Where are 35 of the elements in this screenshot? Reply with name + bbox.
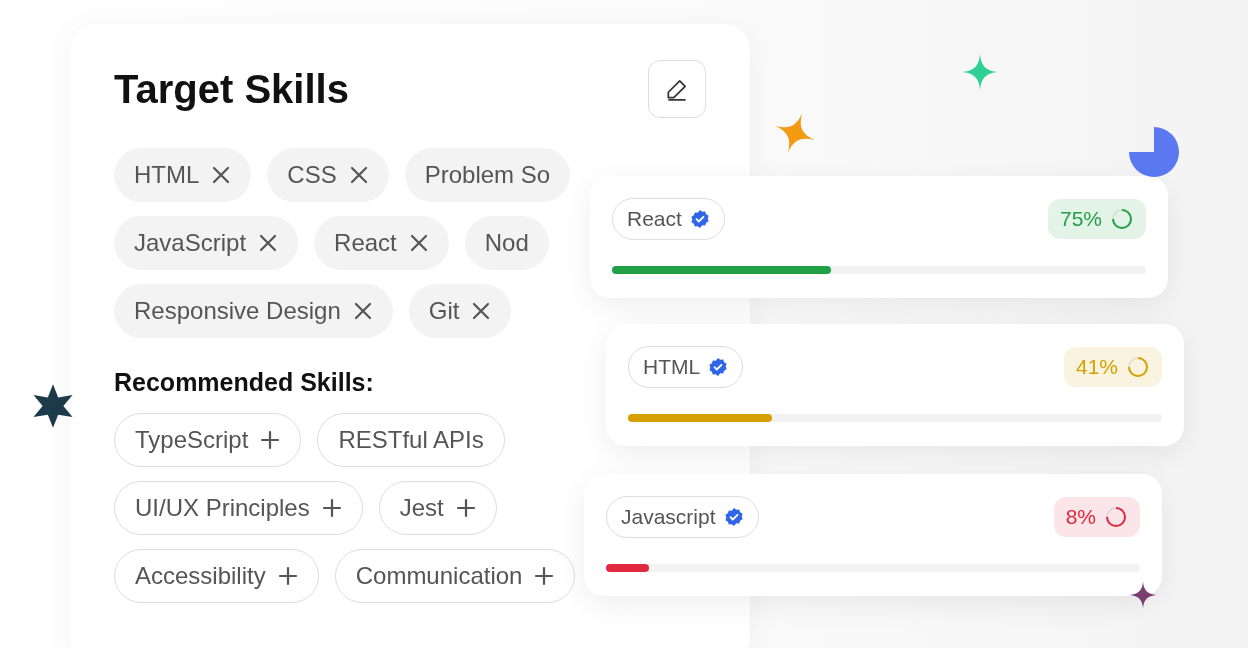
plus-icon[interactable] [534, 566, 555, 586]
skill-tag[interactable]: CSS [267, 148, 389, 202]
progress-ring-icon [1126, 355, 1150, 379]
section-heading: Recommended Skills: [114, 368, 375, 397]
edit-button[interactable] [648, 60, 706, 118]
skill-tag[interactable]: Communication [334, 549, 576, 603]
plus-icon[interactable] [260, 430, 281, 450]
plus-icon[interactable] [277, 566, 298, 586]
close-icon[interactable] [471, 301, 492, 321]
skill-tag[interactable]: Accessibility [114, 549, 319, 603]
skill-tag[interactable]: TypeScript [114, 413, 302, 467]
skill-tag[interactable]: Problem So [404, 148, 571, 202]
close-icon[interactable] [211, 165, 232, 185]
plus-icon[interactable] [455, 498, 476, 518]
skill-tag[interactable]: React [314, 216, 449, 270]
skill-tag[interactable]: UI/UX Principles [114, 481, 363, 535]
skill-tag[interactable]: Nod [464, 216, 549, 270]
skill-tag[interactable]: RESTful APIs [317, 413, 505, 467]
plus-icon[interactable] [321, 498, 342, 518]
close-icon[interactable] [408, 233, 429, 253]
skill-tag[interactable]: Git [408, 284, 512, 338]
close-icon[interactable] [258, 233, 279, 253]
progress-ring-icon [1110, 207, 1134, 231]
pie-icon [1128, 126, 1180, 178]
skill-tag[interactable]: HTML [114, 148, 252, 202]
skill-tag[interactable]: Responsive Design [114, 284, 393, 338]
skill-tag[interactable]: Jest [378, 481, 497, 535]
close-icon[interactable] [352, 301, 373, 321]
progress-ring-icon [1104, 505, 1128, 529]
close-icon[interactable] [348, 165, 369, 185]
percent-badge: 8% [1053, 497, 1140, 537]
skill-tag[interactable]: JavaScript [114, 216, 299, 270]
percent-badge: 41% [1063, 347, 1162, 387]
percent-badge: 75% [1047, 199, 1146, 239]
card-title: Target Skills [114, 66, 349, 113]
